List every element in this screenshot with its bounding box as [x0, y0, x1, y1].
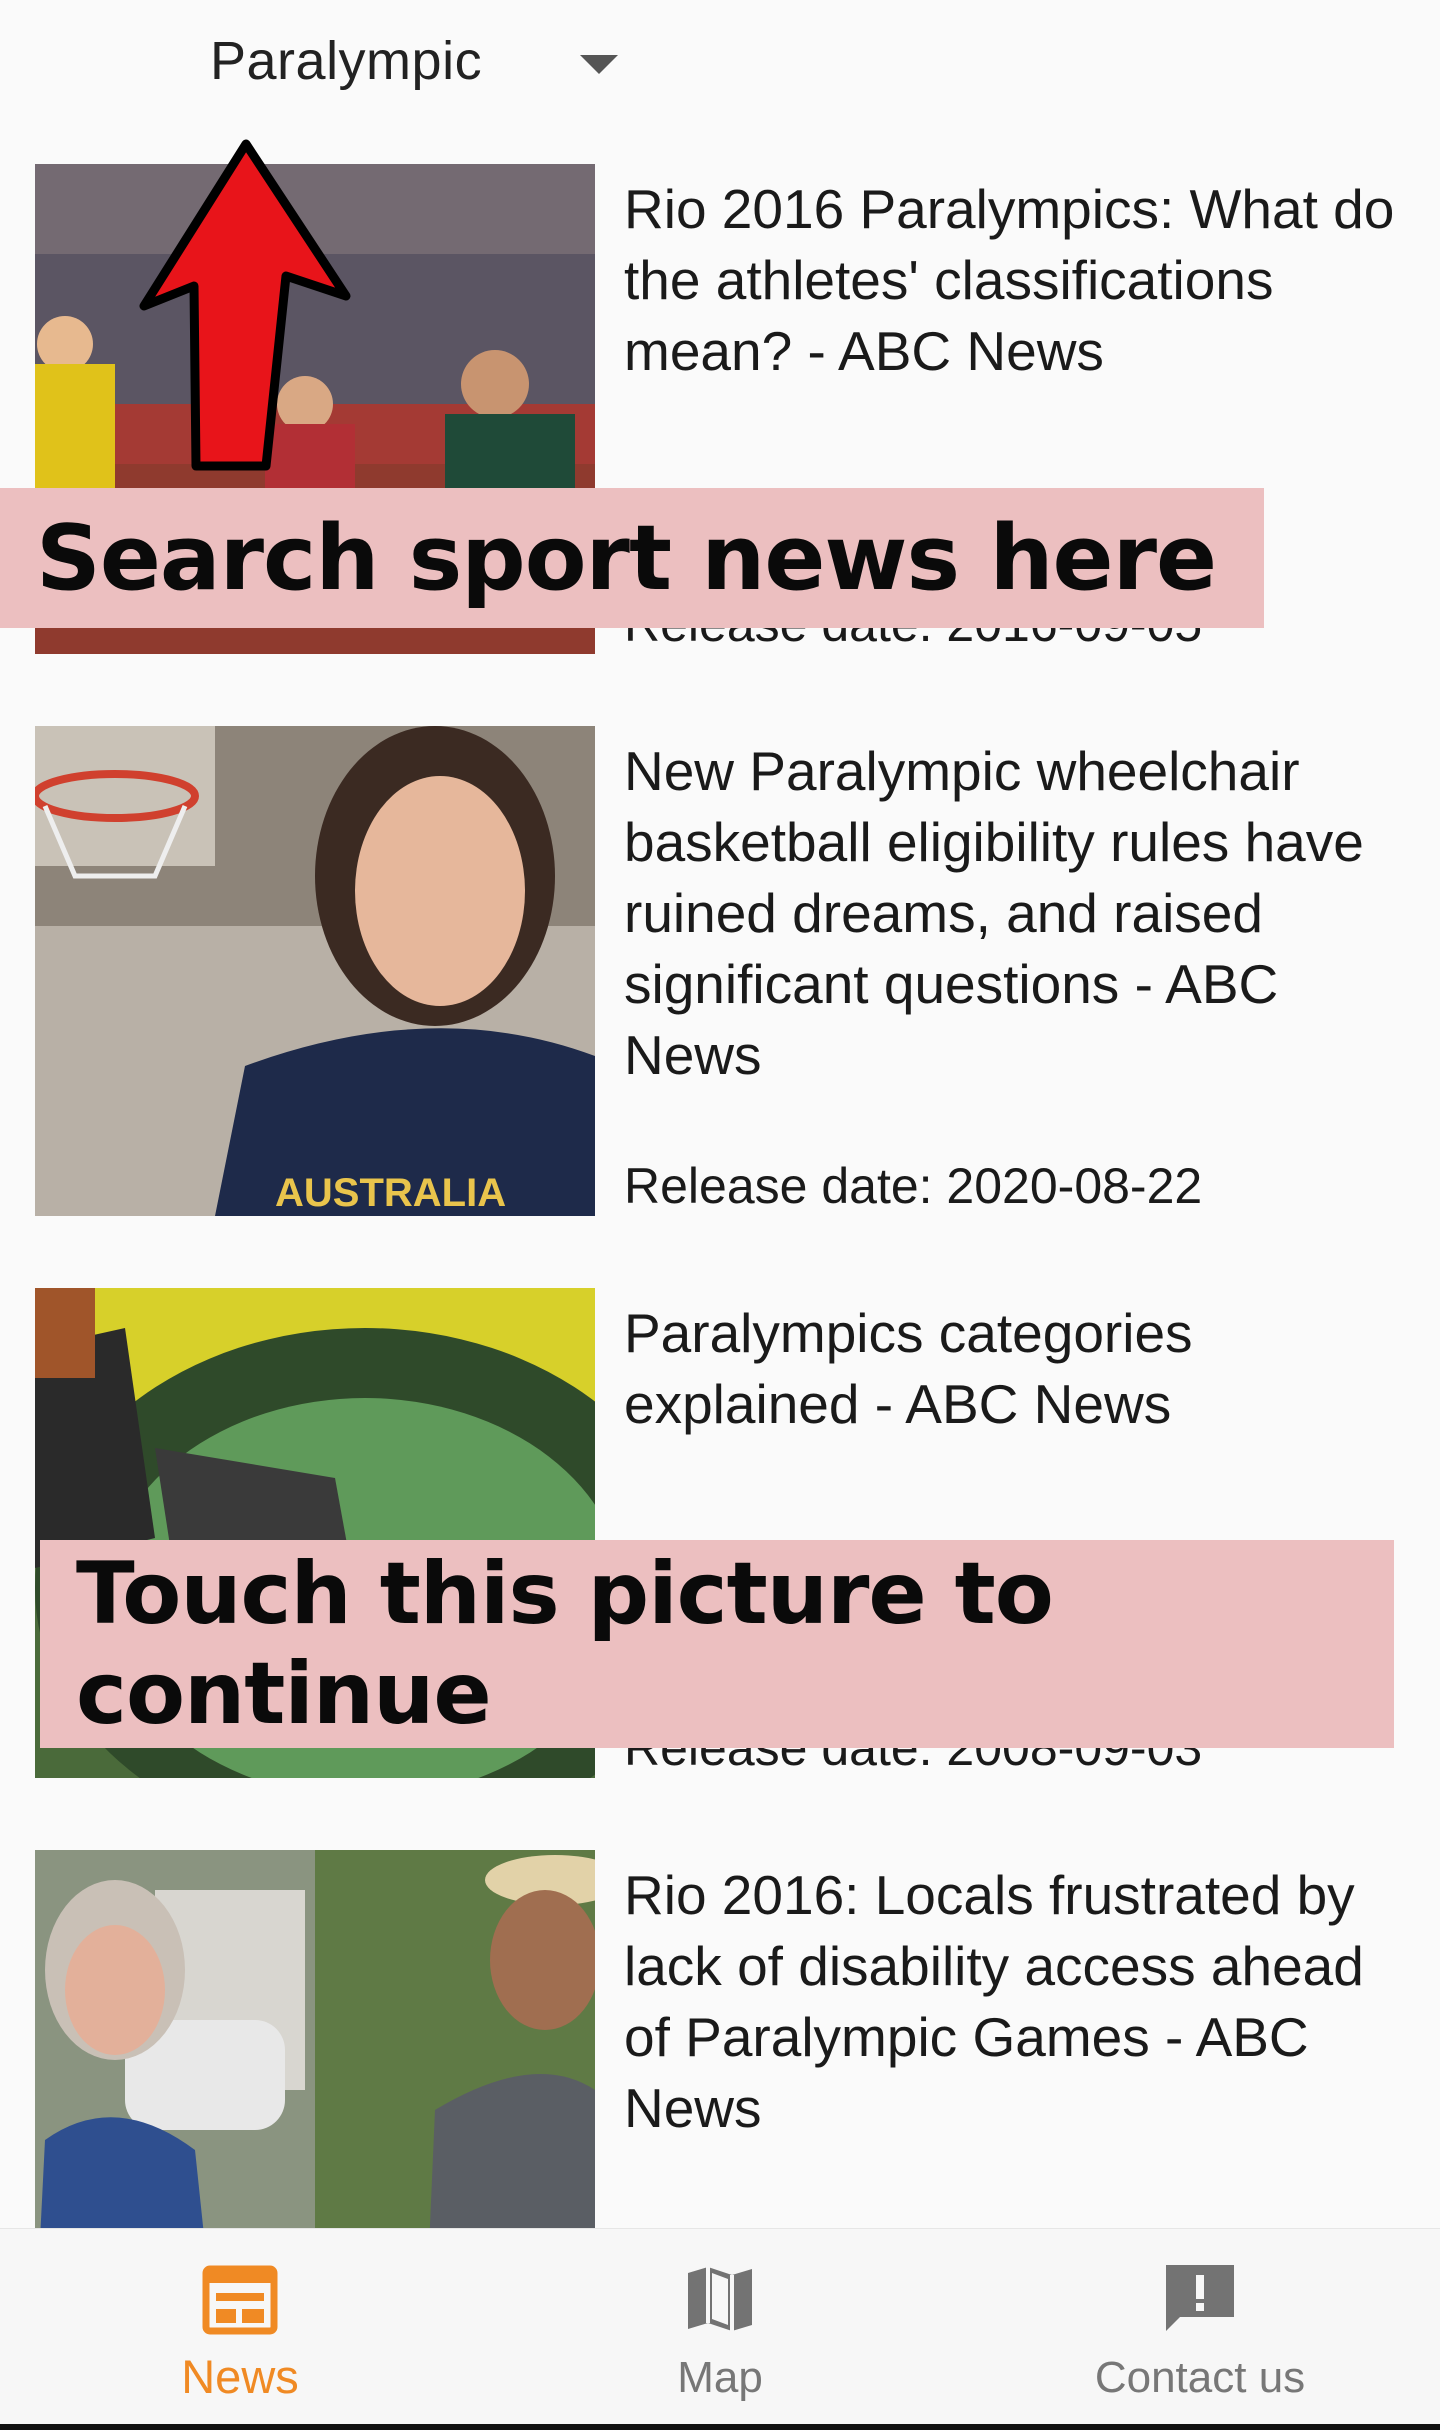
nav-item-news[interactable]: News: [0, 2229, 480, 2425]
category-dropdown-value: Paralympic: [210, 31, 483, 91]
news-thumbnail[interactable]: AUSTRALIA: [35, 726, 595, 1216]
news-release-date: Release date: 2020-08-22: [624, 1158, 1203, 1214]
news-icon: [202, 2265, 278, 2335]
nav-label-contact: Contact us: [1094, 2353, 1306, 2402]
news-title[interactable]: Rio 2016: Locals frustrated by lack of d…: [624, 1860, 1414, 2144]
search-hint-overlay: Search sport news here: [0, 488, 1264, 628]
nav-label-map: Map: [677, 2353, 763, 2402]
bottom-navigation: News Map Contact us: [0, 2228, 1440, 2424]
news-item[interactable]: AUSTRALIA New Paralympic wheelchair bask…: [0, 726, 1440, 1216]
red-arrow-icon: [139, 139, 351, 471]
news-title[interactable]: Rio 2016 Paralympics: What do the athlet…: [624, 174, 1414, 387]
dropdown-caret-icon[interactable]: [580, 55, 618, 74]
category-dropdown[interactable]: Paralympic: [0, 0, 640, 128]
map-icon: [688, 2267, 752, 2331]
svg-text:AUSTRALIA: AUSTRALIA: [275, 1171, 506, 1215]
system-gesture-bar: [0, 2424, 1440, 2430]
basketball-player-photo: AUSTRALIA: [35, 726, 595, 1216]
news-title[interactable]: New Paralympic wheelchair basketball eli…: [624, 736, 1414, 1091]
news-screen: Paralympic Rio 2016 Paralympics: What do…: [0, 0, 1440, 2430]
nav-item-contact[interactable]: Contact us: [960, 2229, 1440, 2425]
nav-label-news: News: [181, 2350, 299, 2403]
nav-item-map[interactable]: Map: [480, 2229, 960, 2425]
feedback-icon: [1166, 2265, 1234, 2331]
continue-hint-overlay[interactable]: Touch this picture to continue: [40, 1540, 1394, 1748]
news-title[interactable]: Paralympics categories explained - ABC N…: [624, 1298, 1414, 1440]
